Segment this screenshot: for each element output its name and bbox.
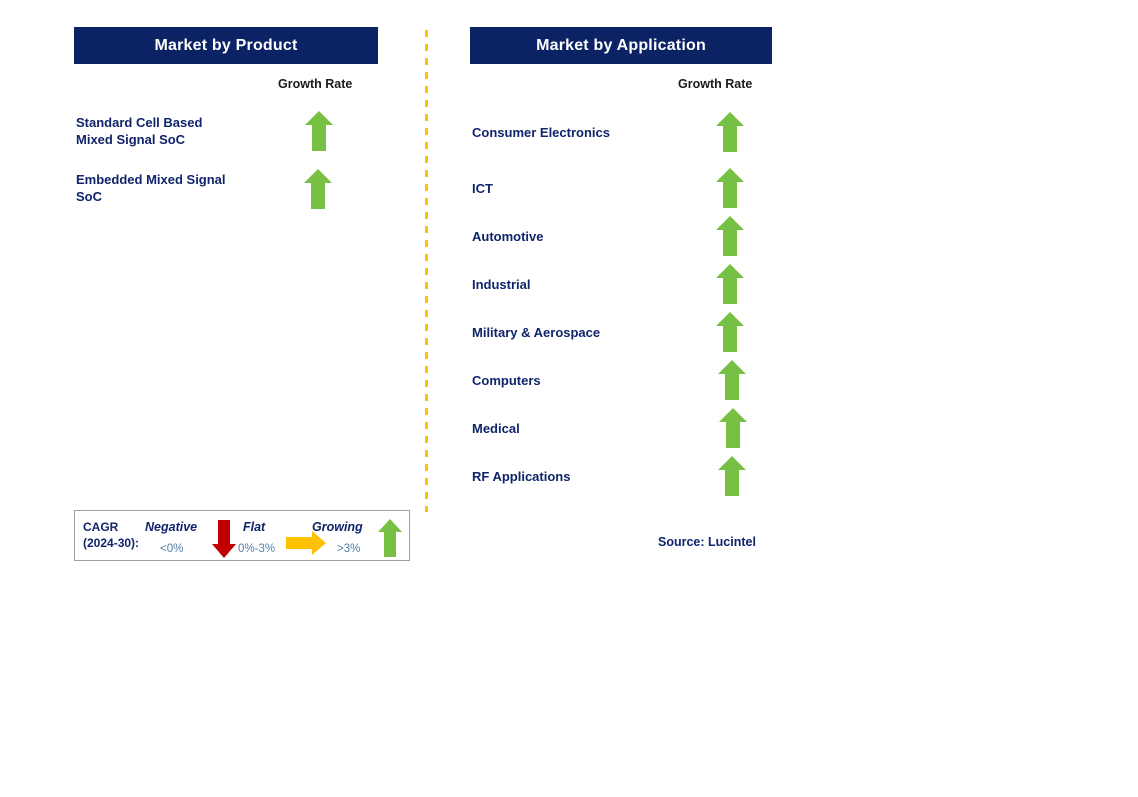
application-row-industrial: Industrial [472, 276, 702, 293]
product-row-label: Embedded Mixed Signal SoC [76, 172, 226, 204]
column-header-growth-rate-application: Growth Rate [678, 77, 753, 91]
up-arrow-icon [715, 167, 745, 209]
legend-range-flat: 0%-3% [238, 543, 276, 555]
up-arrow-icon [715, 311, 745, 353]
legend-term-negative: Negative [145, 520, 198, 534]
application-row-computers: Computers [472, 372, 702, 389]
panel-market-by-product: Market by Product Growth Rate Standard C… [74, 0, 474, 797]
legend-range-negative: <0% [160, 543, 184, 555]
application-row-label: ICT [472, 181, 493, 196]
legend-title: CAGR (2024-30): [83, 520, 140, 550]
application-row-label: Computers [472, 373, 541, 388]
cagr-legend: CAGR (2024-30): Negative <0% Flat 0%-3% … [74, 510, 410, 561]
up-arrow-icon [715, 263, 745, 305]
application-row-rf-applications: RF Applications [472, 468, 702, 485]
product-row-standard-cell: Standard Cell Based Mixed Signal SoC [76, 114, 306, 148]
application-row-label: RF Applications [472, 469, 571, 484]
source-note: Source: Lucintel [658, 535, 756, 549]
up-arrow-icon [718, 407, 748, 449]
application-row-automotive: Automotive [472, 228, 702, 245]
application-row-label: Military & Aerospace [472, 325, 601, 340]
product-row-label: Standard Cell Based Mixed Signal SoC [76, 115, 203, 147]
product-row-embedded-mixed: Embedded Mixed Signal SoC [76, 171, 306, 205]
application-row-ict: ICT [472, 180, 702, 197]
legend-term-growing: Growing [312, 520, 363, 534]
panel-title-market-by-application: Market by Application [470, 27, 772, 64]
panel-market-by-application: Market by Application Growth Rate Consum… [470, 0, 870, 797]
up-arrow-icon [715, 111, 745, 153]
down-arrow-icon [211, 519, 237, 559]
application-row-label: Industrial [472, 277, 531, 292]
application-row-medical: Medical [472, 420, 702, 437]
application-row-consumer-electronics: Consumer Electronics [472, 124, 702, 141]
application-row-label: Medical [472, 421, 520, 436]
panel-title-market-by-product: Market by Product [74, 27, 378, 64]
up-arrow-icon [377, 518, 403, 558]
application-row-military-aerospace: Military & Aerospace [472, 324, 702, 341]
legend-term-flat: Flat [243, 520, 266, 534]
up-arrow-icon [303, 168, 333, 210]
legend-range-growing: >3% [337, 543, 361, 555]
application-row-label: Automotive [472, 229, 544, 244]
up-arrow-icon [717, 359, 747, 401]
application-row-label: Consumer Electronics [472, 125, 610, 140]
vertical-dashed-divider [425, 30, 428, 512]
up-arrow-icon [715, 215, 745, 257]
up-arrow-icon [304, 110, 334, 152]
up-arrow-icon [717, 455, 747, 497]
column-header-growth-rate-product: Growth Rate [278, 77, 353, 91]
